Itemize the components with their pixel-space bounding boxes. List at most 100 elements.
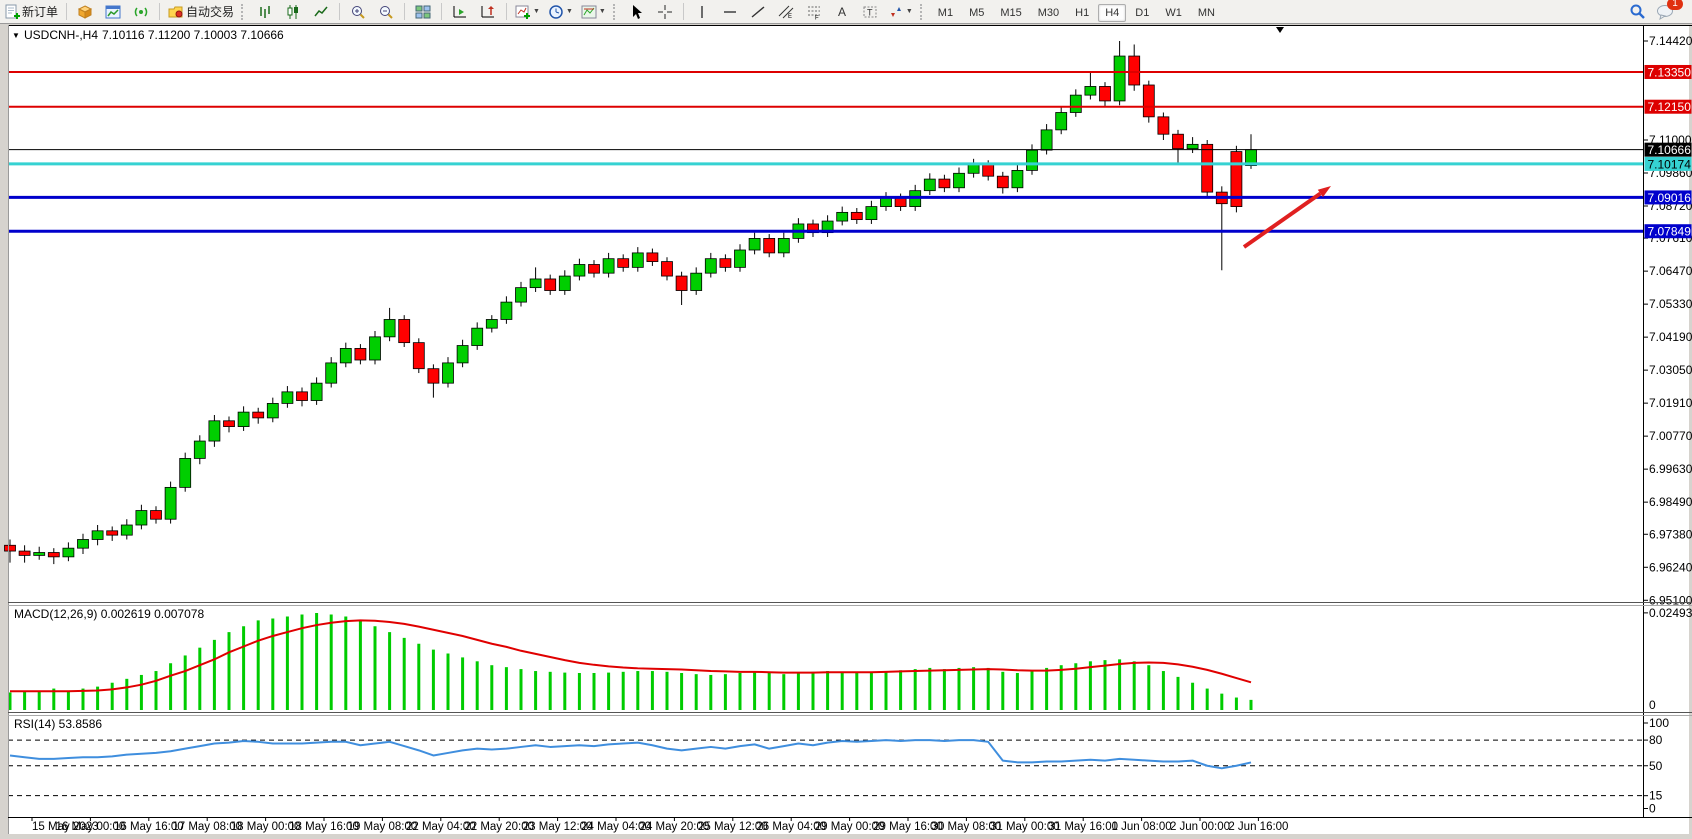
price-tick-label: 7.14420 [1649,34,1692,48]
candle-body [939,179,950,188]
candle-body [618,259,629,268]
rsi-level-label: 50 [1649,759,1663,773]
candle-body [238,412,249,426]
candle-body [399,319,410,342]
candle-body [340,348,351,362]
date-tick-label: 2 Jun 00:00 [1170,821,1230,833]
candle-body [136,511,147,525]
candle-body [676,276,687,290]
candle-body [19,551,30,555]
candle-body [326,363,337,383]
candle-body [1114,56,1125,101]
candle-body [1056,113,1067,130]
candle-body [574,264,585,276]
candle-body [545,279,556,291]
candle-body [48,553,59,557]
application-window: 新订单 自动交易 [0,0,1692,839]
candle-body [63,548,74,557]
candle-body [705,259,716,273]
candle-body [486,319,497,328]
candle-body [1158,117,1169,134]
price-tick-label: 7.00770 [1649,429,1692,443]
candle-body [895,198,906,207]
candle-body [1173,134,1184,148]
candle-body [589,264,600,273]
candle-body [297,392,308,401]
candle-body [267,403,278,417]
candle-body [997,176,1008,188]
candle-body [516,288,527,302]
candle-body [881,198,892,207]
candle-body [924,179,935,191]
candle-body [1202,144,1213,192]
rsi-level-label: 100 [1649,716,1669,730]
price-tick-label: 6.96240 [1649,560,1692,574]
price-tick-label: 7.05330 [1649,297,1692,311]
candle-body [749,238,760,250]
candle-body [603,259,614,273]
chart-canvas[interactable]: 7.144207.110007.098607.087207.076107.064… [0,0,1692,839]
candle-body [209,421,220,441]
candle-body [282,392,293,404]
candle-body [501,302,512,319]
candle-body [662,262,673,276]
candle-body [735,250,746,267]
candle-body [5,545,16,551]
candle-body [1070,95,1081,112]
candle-body [34,553,45,556]
candle-body [384,319,395,336]
price-tick-label: 7.04190 [1649,330,1692,344]
price-tick-label: 7.01910 [1649,396,1692,410]
date-tick-label: 31 May 16:00 [1048,821,1118,833]
candle-body [559,276,570,290]
candle-body [1085,86,1096,95]
price-tick-label: 6.99630 [1649,462,1692,476]
candle-body [851,212,862,219]
candle-body [866,207,877,220]
price-tag-label: 7.07849 [1648,225,1692,239]
candle-body [413,343,424,369]
macd-zero-label: 0 [1649,698,1656,712]
chart-symbol-title: USDCNH-,H4 [24,28,98,42]
macd-indicator-label: MACD(12,26,9) 0.002619 0.007078 [14,607,204,621]
candle-body [78,539,89,548]
candle-body [355,348,366,360]
candle-body [778,238,789,252]
candle-body [1100,86,1111,100]
candle-body [968,165,979,174]
candle-body [107,531,118,535]
candle-body [370,337,381,360]
candle-body [1027,150,1038,170]
chart-background [8,25,1689,817]
candle-body [311,383,322,400]
price-tag-label: 7.10666 [1648,143,1692,157]
candle-body [1129,56,1140,85]
price-tag-label: 7.10174 [1648,157,1692,171]
candle-body [165,487,176,519]
symbol-dropdown-icon[interactable]: ▼ [12,31,20,40]
candle-body [632,253,643,267]
candle-body [837,212,848,221]
rsi-level-label: 0 [1649,802,1656,816]
price-tick-label: 6.97380 [1649,527,1692,541]
candle-body [224,421,235,427]
candle-body [443,363,454,383]
date-tick-label: 1 Jun 08:00 [1112,821,1172,833]
candle-body [530,279,541,288]
price-tick-label: 7.06470 [1649,264,1692,278]
price-tag-label: 7.12150 [1648,100,1692,114]
candle-body [1143,85,1154,117]
candle-body [121,525,132,535]
price-tick-label: 7.03050 [1649,363,1692,377]
chart-ohlc-values: 7.10116 7.11200 7.10003 7.10666 [102,28,284,42]
candle-body [180,458,191,487]
price-tick-label: 6.98490 [1649,495,1692,509]
candle-body [92,531,103,540]
candle-body [194,441,205,458]
price-tag-label: 7.13350 [1648,65,1692,79]
candle-body [1012,170,1023,187]
candle-body [253,412,264,418]
candle-body [764,238,775,252]
rsi-level-label: 80 [1649,733,1663,747]
candle-body [720,259,731,268]
